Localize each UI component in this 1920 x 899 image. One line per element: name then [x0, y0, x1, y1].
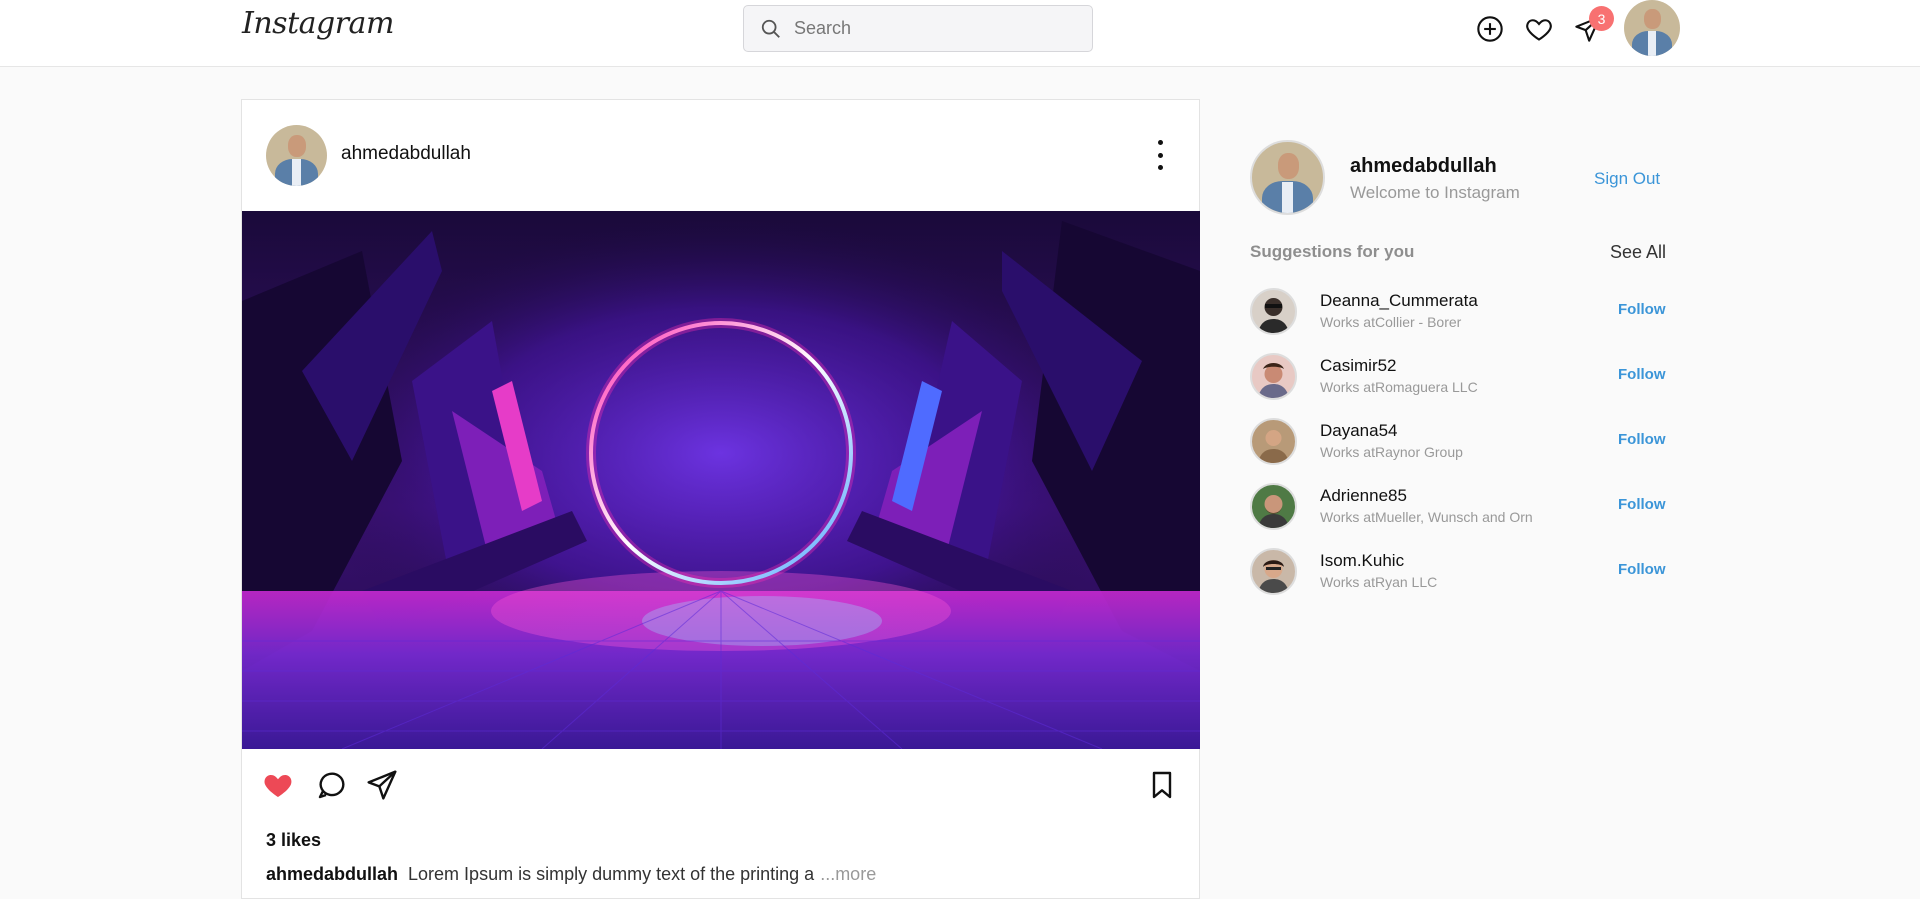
follow-button[interactable]: Follow — [1618, 496, 1666, 513]
post-header: ahmedabdullah — [242, 100, 1199, 211]
suggestion-avatar[interactable] — [1250, 353, 1297, 400]
sign-out-button[interactable]: Sign Out — [1594, 169, 1660, 189]
suggestion-item: Deanna_Cummerata Works atCollier - Borer… — [1250, 288, 1670, 353]
comment-icon[interactable] — [316, 769, 348, 806]
post-caption: ahmedabdullah Lorem Ipsum is simply dummy… — [266, 864, 876, 885]
post-author-username[interactable]: ahmedabdullah — [341, 143, 471, 165]
suggestion-work: Works atMueller, Wunsch and Orn — [1320, 509, 1533, 525]
suggestion-avatar[interactable] — [1250, 548, 1297, 595]
profile-avatar[interactable] — [1624, 0, 1680, 56]
top-navbar: Instagram 3 — [0, 0, 1920, 67]
suggestion-item: Adrienne85 Works atMueller, Wunsch and O… — [1250, 483, 1670, 548]
like-heart-icon[interactable] — [262, 769, 294, 806]
suggestion-work: Works atRyan LLC — [1320, 574, 1438, 590]
current-user-name[interactable]: ahmedabdullah — [1350, 155, 1497, 178]
suggestion-work: Works atCollier - Borer — [1320, 314, 1462, 330]
messages-badge: 3 — [1589, 6, 1614, 31]
suggestion-item: Isom.Kuhic Works atRyan LLC Follow — [1250, 548, 1670, 613]
suggestion-name[interactable]: Isom.Kuhic — [1320, 551, 1404, 571]
suggestion-name[interactable]: Adrienne85 — [1320, 486, 1407, 506]
suggestions-title: Suggestions for you — [1250, 242, 1415, 261]
suggestion-avatar[interactable] — [1250, 483, 1297, 530]
more-options-icon[interactable] — [1155, 140, 1165, 170]
bookmark-icon[interactable] — [1146, 769, 1178, 806]
follow-button[interactable]: Follow — [1618, 561, 1666, 578]
post-actions — [242, 749, 1199, 829]
suggestion-name[interactable]: Casimir52 — [1320, 356, 1397, 376]
likes-count[interactable]: 3 likes — [266, 830, 321, 851]
post-card: ahmedabdullah 3 likes ahmedabdullah Lore… — [241, 99, 1200, 899]
suggestions-list: Deanna_Cummerata Works atCollier - Borer… — [1250, 288, 1670, 613]
add-post-icon[interactable] — [1474, 13, 1506, 45]
search-input[interactable] — [794, 18, 1074, 39]
welcome-text: Welcome to Instagram — [1350, 183, 1520, 202]
suggestion-item: Casimir52 Works atRomaguera LLC Follow — [1250, 353, 1670, 418]
share-icon[interactable] — [366, 769, 398, 806]
follow-button[interactable]: Follow — [1618, 431, 1666, 448]
see-all-link[interactable]: See All — [1610, 242, 1666, 263]
suggestion-name[interactable]: Deanna_Cummerata — [1320, 291, 1478, 311]
instagram-logo[interactable]: Instagram — [242, 6, 394, 41]
caption-more-link[interactable]: ...more — [820, 864, 876, 884]
search-icon — [761, 19, 780, 38]
caption-text: Lorem Ipsum is simply dummy text of the … — [408, 864, 815, 884]
suggestion-avatar[interactable] — [1250, 418, 1297, 465]
suggestion-avatar[interactable] — [1250, 288, 1297, 335]
current-user-avatar[interactable] — [1250, 140, 1325, 215]
suggestion-name[interactable]: Dayana54 — [1320, 421, 1398, 441]
post-author-avatar[interactable] — [266, 125, 327, 186]
suggestion-work: Works atRomaguera LLC — [1320, 379, 1478, 395]
suggestion-item: Dayana54 Works atRaynor Group Follow — [1250, 418, 1670, 483]
post-image[interactable] — [242, 211, 1200, 749]
follow-button[interactable]: Follow — [1618, 301, 1666, 318]
heart-icon[interactable] — [1523, 13, 1555, 45]
follow-button[interactable]: Follow — [1618, 366, 1666, 383]
caption-username[interactable]: ahmedabdullah — [266, 864, 398, 884]
suggestion-work: Works atRaynor Group — [1320, 444, 1463, 460]
search-box[interactable] — [743, 5, 1093, 52]
